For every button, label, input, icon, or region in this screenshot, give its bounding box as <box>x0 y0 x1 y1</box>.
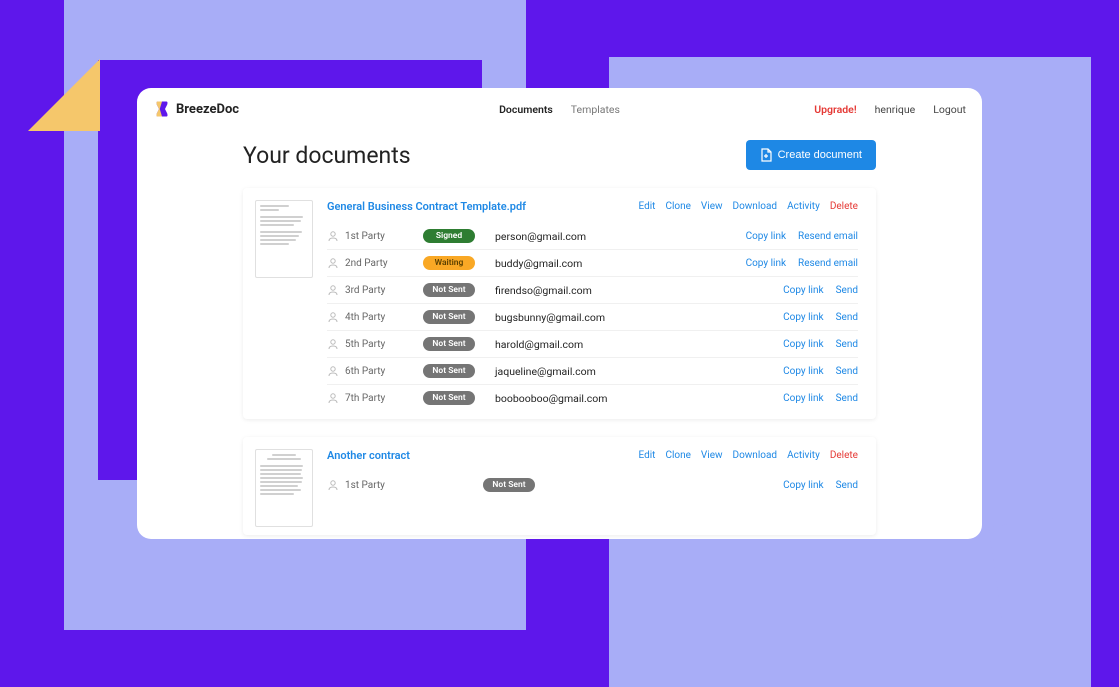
edit-link[interactable]: Edit <box>639 450 656 461</box>
party-row: 1st Party Signed person@gmail.com Copy l… <box>327 223 858 250</box>
status-badge: Not Sent <box>423 364 475 378</box>
copy-link[interactable]: Copy link <box>783 312 823 323</box>
party-label: 3rd Party <box>345 285 423 296</box>
party-label: 1st Party <box>345 480 423 491</box>
party-email: harold@gmail.com <box>495 338 783 351</box>
document-actions: Edit Clone View Download Activity Delete <box>639 201 859 212</box>
edit-link[interactable]: Edit <box>639 201 656 212</box>
party-row: 2nd Party Waiting buddy@gmail.com Copy l… <box>327 250 858 277</box>
party-email: buddy@gmail.com <box>495 257 746 270</box>
person-icon <box>327 479 339 491</box>
party-email: person@gmail.com <box>495 230 746 243</box>
party-label: 2nd Party <box>345 258 423 269</box>
brand-name: BreezeDoc <box>176 102 239 117</box>
person-icon <box>327 230 339 242</box>
header: BreezeDoc Documents Templates Upgrade! h… <box>137 88 982 130</box>
person-icon <box>327 392 339 404</box>
person-icon <box>327 311 339 323</box>
send-link[interactable]: Send <box>836 393 858 404</box>
file-plus-icon <box>760 148 772 162</box>
document-title-link[interactable]: General Business Contract Template.pdf <box>327 200 526 213</box>
tab-templates[interactable]: Templates <box>571 103 620 116</box>
status-badge: Signed <box>423 229 475 243</box>
copy-link[interactable]: Copy link <box>746 258 786 269</box>
copy-link[interactable]: Copy link <box>746 231 786 242</box>
page-title: Your documents <box>243 142 411 169</box>
party-row: 3rd Party Not Sent firendso@gmail.com Co… <box>327 277 858 304</box>
copy-link[interactable]: Copy link <box>783 339 823 350</box>
clone-link[interactable]: Clone <box>665 450 690 461</box>
nav-tabs: Documents Templates <box>499 103 620 116</box>
document-title-link[interactable]: Another contract <box>327 449 410 462</box>
party-email: bugsbunny@gmail.com <box>495 311 783 324</box>
header-right: Upgrade! henrique Logout <box>814 103 966 116</box>
document-thumbnail[interactable] <box>255 449 313 527</box>
document-thumbnail[interactable] <box>255 200 313 278</box>
status-badge: Waiting <box>423 256 475 270</box>
create-button-label: Create document <box>778 149 862 161</box>
page-header: Your documents Create document <box>243 140 876 170</box>
party-label: 4th Party <box>345 312 423 323</box>
party-row: 7th Party Not Sent boobooboo@gmail.com C… <box>327 385 858 411</box>
status-badge: Not Sent <box>423 283 475 297</box>
logo[interactable]: BreezeDoc <box>153 100 239 118</box>
party-email: boobooboo@gmail.com <box>495 392 783 405</box>
logo-icon <box>153 100 171 118</box>
download-link[interactable]: Download <box>733 201 778 212</box>
copy-link[interactable]: Copy link <box>783 480 823 491</box>
document-actions: Edit Clone View Download Activity Delete <box>639 450 859 461</box>
party-email: jaqueline@gmail.com <box>495 365 783 378</box>
user-menu[interactable]: henrique <box>875 103 916 116</box>
party-label: 6th Party <box>345 366 423 377</box>
party-label: 7th Party <box>345 393 423 404</box>
copy-link[interactable]: Copy link <box>783 366 823 377</box>
person-icon <box>327 257 339 269</box>
delete-link[interactable]: Delete <box>830 201 858 212</box>
app-window: BreezeDoc Documents Templates Upgrade! h… <box>137 88 982 539</box>
party-row: 5th Party Not Sent harold@gmail.com Copy… <box>327 331 858 358</box>
content: Your documents Create document G <box>137 130 982 535</box>
view-link[interactable]: View <box>701 201 723 212</box>
copy-link[interactable]: Copy link <box>783 393 823 404</box>
logout-link[interactable]: Logout <box>933 103 966 116</box>
copy-link[interactable]: Copy link <box>783 285 823 296</box>
document-card: General Business Contract Template.pdf E… <box>243 188 876 419</box>
view-link[interactable]: View <box>701 450 723 461</box>
party-row: 1st Party Not Sent Copy link Send <box>327 472 858 498</box>
send-link[interactable]: Send <box>836 285 858 296</box>
delete-link[interactable]: Delete <box>830 450 858 461</box>
person-icon <box>327 365 339 377</box>
party-row: 6th Party Not Sent jaqueline@gmail.com C… <box>327 358 858 385</box>
party-label: 5th Party <box>345 339 423 350</box>
party-label: 1st Party <box>345 231 423 242</box>
status-badge: Not Sent <box>423 337 475 351</box>
activity-link[interactable]: Activity <box>787 450 820 461</box>
resend-email[interactable]: Resend email <box>798 258 858 269</box>
activity-link[interactable]: Activity <box>787 201 820 212</box>
create-document-button[interactable]: Create document <box>746 140 876 170</box>
send-link[interactable]: Send <box>836 480 858 491</box>
document-card: Another contract Edit Clone View Downloa… <box>243 437 876 535</box>
clone-link[interactable]: Clone <box>665 201 690 212</box>
party-email: firendso@gmail.com <box>495 284 783 297</box>
person-icon <box>327 338 339 350</box>
send-link[interactable]: Send <box>836 339 858 350</box>
resend-email[interactable]: Resend email <box>798 231 858 242</box>
status-badge: Not Sent <box>423 391 475 405</box>
status-badge: Not Sent <box>423 310 475 324</box>
person-icon <box>327 284 339 296</box>
download-link[interactable]: Download <box>733 450 778 461</box>
send-link[interactable]: Send <box>836 366 858 377</box>
upgrade-link[interactable]: Upgrade! <box>814 103 856 116</box>
send-link[interactable]: Send <box>836 312 858 323</box>
status-badge: Not Sent <box>483 478 535 492</box>
party-row: 4th Party Not Sent bugsbunny@gmail.com C… <box>327 304 858 331</box>
tab-documents[interactable]: Documents <box>499 103 553 116</box>
